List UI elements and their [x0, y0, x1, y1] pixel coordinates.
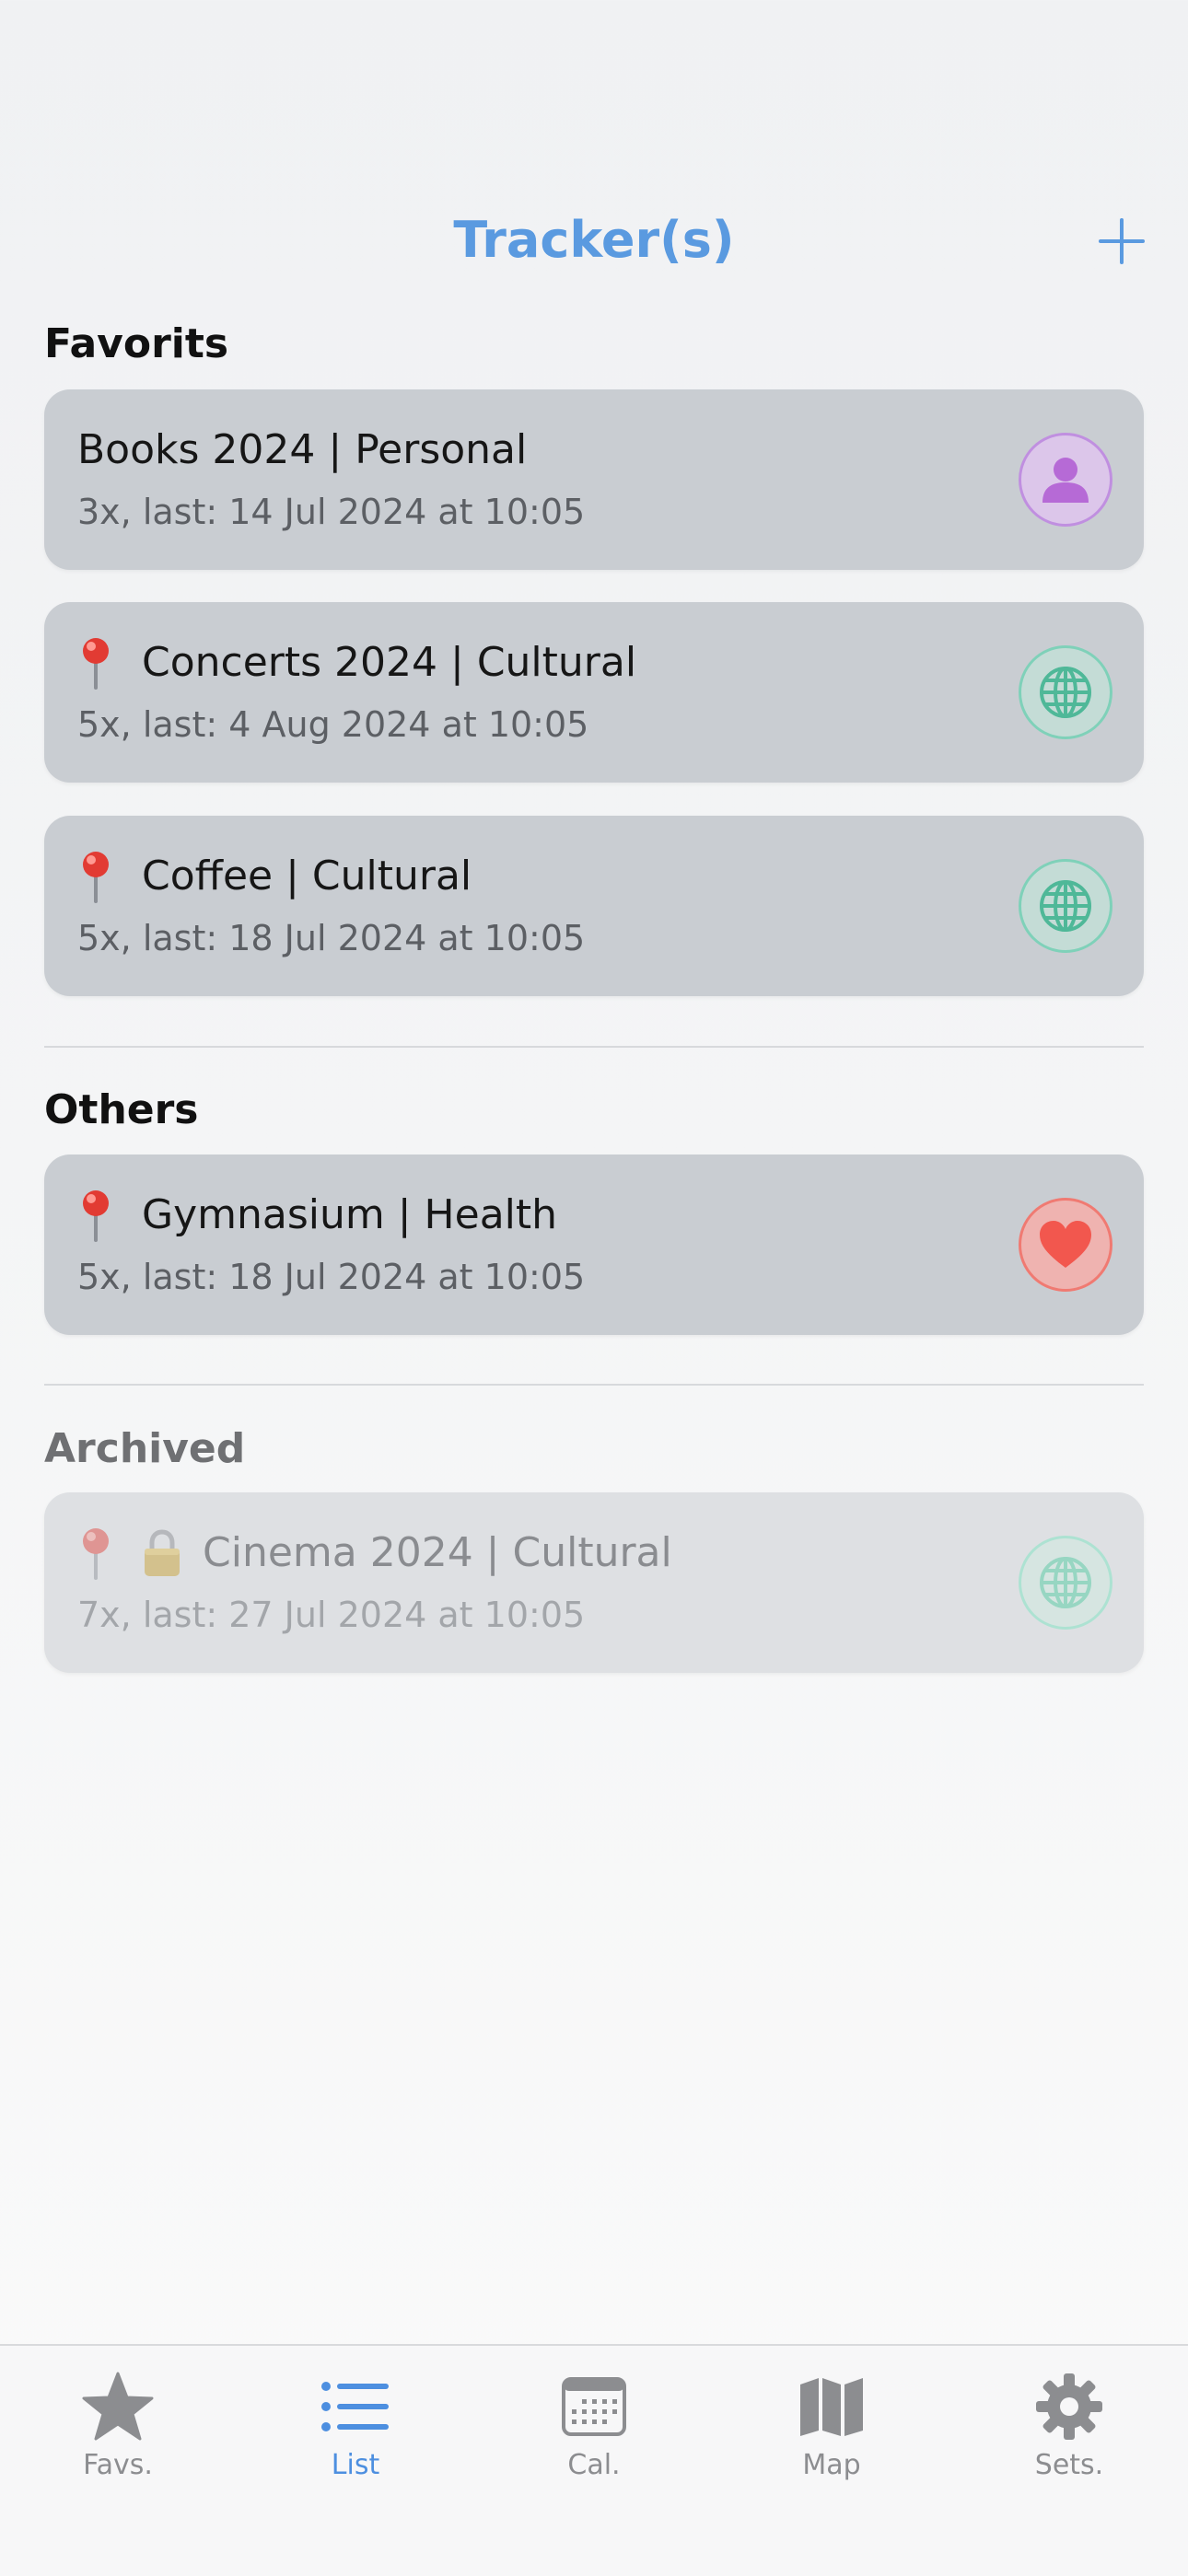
tracker-name: Books 2024 | Personal [77, 426, 528, 473]
section-title-others: Others [44, 1086, 199, 1133]
tab-list[interactable]: List [263, 2361, 448, 2499]
tab-label: Cal. [567, 2449, 621, 2481]
tracker-name: Coffee | Cultural [142, 853, 472, 899]
tracker-meta: 5x, last: 18 Jul 2024 at 10:05 [77, 1257, 586, 1297]
tab-label: Favs. [83, 2449, 153, 2481]
tracker-meta: 7x, last: 27 Jul 2024 at 10:05 [77, 1595, 586, 1635]
tracker-meta: 5x, last: 18 Jul 2024 at 10:05 [77, 918, 586, 958]
tracker-name: Concerts 2024 | Cultural [142, 639, 637, 686]
pin-icon [83, 1528, 109, 1580]
tab-calendar[interactable]: Cal. [502, 2361, 686, 2499]
globe-icon [1019, 859, 1112, 953]
tracker-meta: 3x, last: 14 Jul 2024 at 10:05 [77, 492, 586, 532]
tab-bar: Favs. List Cal. Map Sets. [0, 2344, 1188, 2576]
heart-icon [1019, 1198, 1112, 1292]
tab-settings[interactable]: Sets. [977, 2361, 1161, 2499]
page-title: Tracker(s) [453, 211, 735, 269]
tracker-title-row: Cinema 2024 | Cultural [77, 1526, 672, 1581]
tracker-card-coffee[interactable]: Coffee | Cultural 5x, last: 18 Jul 2024 … [44, 816, 1144, 996]
tracker-title-row: Gymnasium | Health [77, 1188, 557, 1243]
tracker-title-row: Coffee | Cultural [77, 849, 472, 904]
tracker-title-row: Books 2024 | Personal [77, 423, 527, 478]
tab-label: List [331, 2449, 380, 2481]
tracker-card-cinema[interactable]: Cinema 2024 | Cultural 7x, last: 27 Jul … [44, 1492, 1144, 1673]
section-title-favorites: Favorits [44, 320, 229, 367]
tracker-card-gymnasium[interactable]: Gymnasium | Health 5x, last: 18 Jul 2024… [44, 1155, 1144, 1335]
section-divider [44, 1046, 1144, 1048]
tracker-name: Gymnasium | Health [142, 1191, 558, 1238]
pin-icon [83, 852, 109, 903]
tracker-name: Cinema 2024 | Cultural [203, 1529, 672, 1576]
star-icon [81, 2370, 155, 2443]
tab-favs[interactable]: Favs. [26, 2361, 210, 2499]
add-tracker-button[interactable] [1085, 204, 1159, 278]
pin-icon [83, 638, 109, 690]
list-icon [319, 2370, 392, 2443]
globe-icon [1019, 645, 1112, 739]
person-icon [1019, 433, 1112, 527]
tab-label: Map [802, 2449, 861, 2481]
tracker-meta: 5x, last: 4 Aug 2024 at 10:05 [77, 704, 589, 745]
tracker-card-books[interactable]: Books 2024 | Personal 3x, last: 14 Jul 2… [44, 389, 1144, 570]
calendar-icon [557, 2370, 631, 2443]
gear-icon [1032, 2370, 1106, 2443]
lock-icon [145, 1529, 180, 1576]
section-divider [44, 1384, 1144, 1386]
tracker-card-concerts[interactable]: Concerts 2024 | Cultural 5x, last: 4 Aug… [44, 602, 1144, 783]
globe-icon [1019, 1536, 1112, 1630]
section-title-archived: Archived [44, 1425, 246, 1472]
tab-label: Sets. [1034, 2449, 1104, 2481]
plus-icon [1099, 218, 1145, 264]
tracker-title-row: Concerts 2024 | Cultural [77, 635, 636, 690]
map-icon [795, 2370, 868, 2443]
pin-icon [83, 1190, 109, 1242]
tab-map[interactable]: Map [740, 2361, 924, 2499]
